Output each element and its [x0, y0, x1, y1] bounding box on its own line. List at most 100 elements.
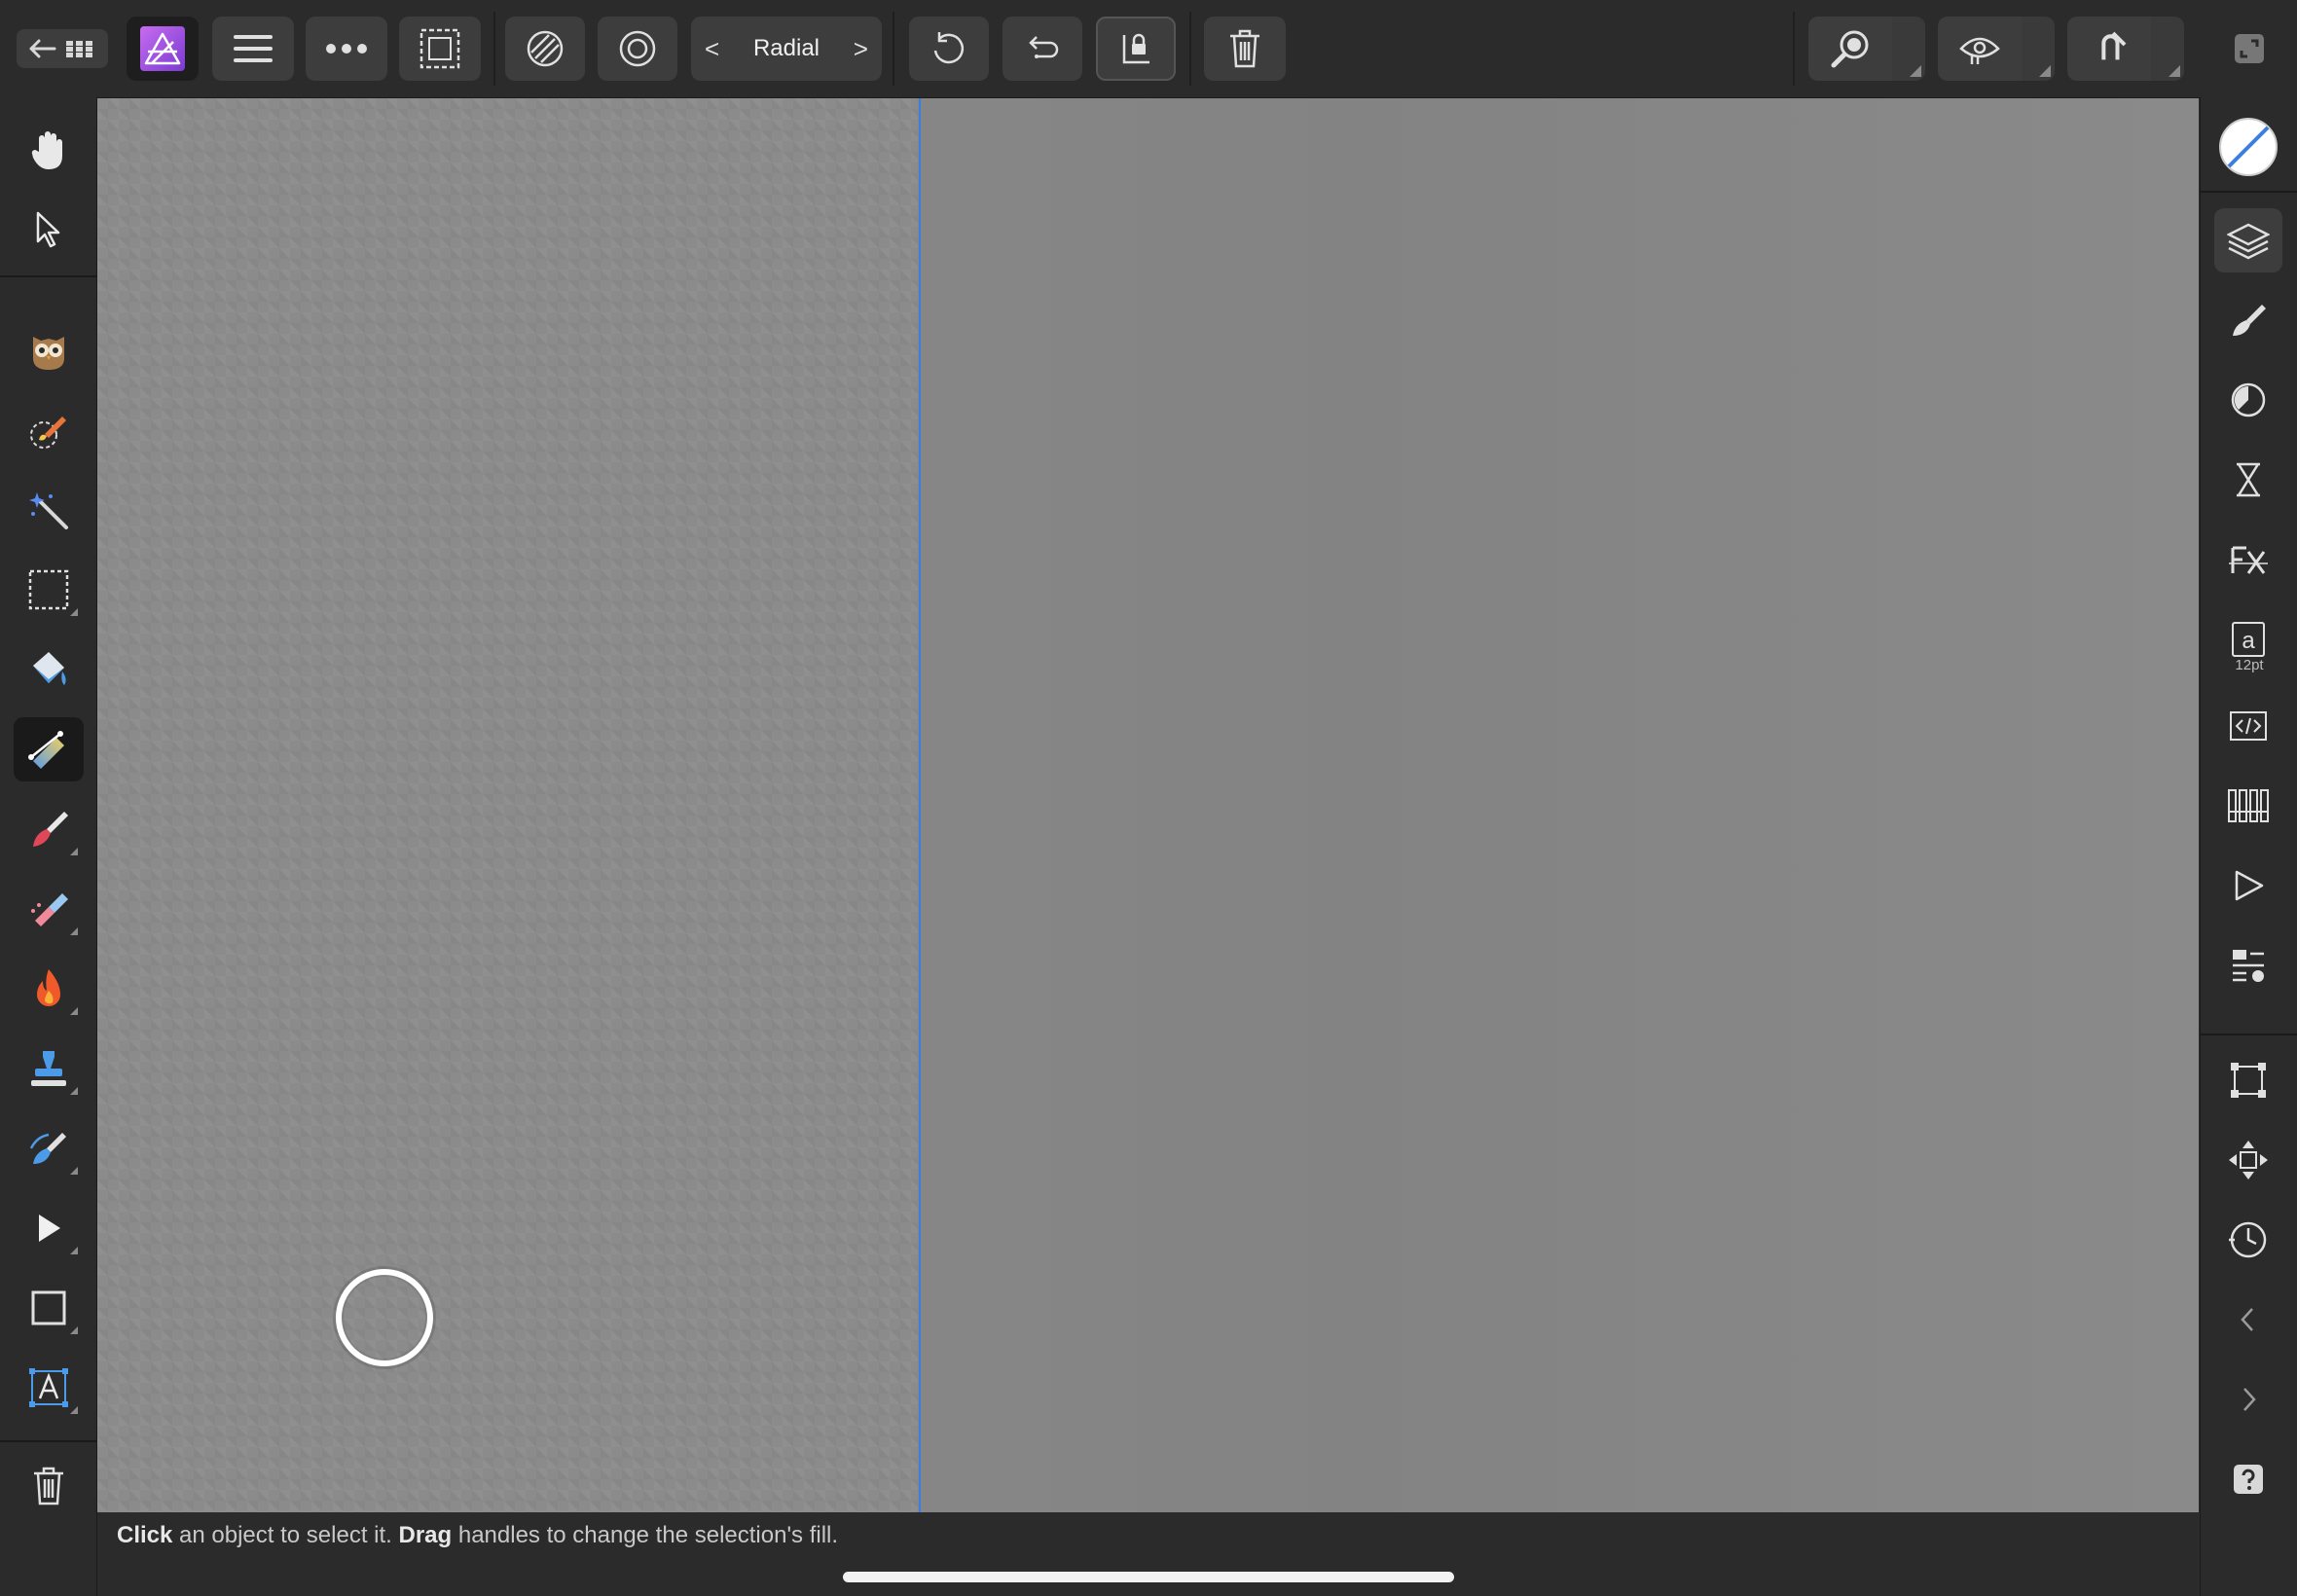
home-indicator[interactable] — [843, 1572, 1454, 1582]
rectangle-shape-icon — [31, 1290, 66, 1325]
persona-button[interactable] — [127, 17, 199, 81]
top-toolbar: < Radial > — [0, 0, 2297, 98]
smudge-tool[interactable] — [14, 1116, 84, 1180]
colour-swatch-button[interactable] — [2214, 115, 2282, 179]
flood-fill-tool[interactable] — [14, 637, 84, 702]
gradient-handle[interactable] — [336, 1269, 433, 1366]
brush-icon — [2233, 305, 2266, 336]
lock-button[interactable] — [1096, 17, 1176, 81]
pointer-arrow-icon — [36, 211, 60, 248]
previous-type-icon[interactable]: < — [705, 34, 719, 64]
flyout-indicator-icon — [70, 1007, 78, 1015]
flyout-indicator-icon — [70, 1167, 78, 1175]
selection-brush-tool[interactable] — [14, 398, 84, 462]
macros-studio-button[interactable] — [2214, 853, 2282, 918]
gradient-fill-icon — [28, 731, 64, 769]
clone-tool[interactable] — [14, 1036, 84, 1101]
flood-select-tool[interactable] — [14, 478, 84, 542]
fullscreen-icon — [2235, 34, 2264, 63]
snapping-button[interactable] — [2067, 17, 2151, 81]
more-button[interactable] — [306, 17, 387, 81]
gradient-guide-line[interactable] — [919, 98, 921, 1512]
revert-button[interactable] — [1003, 17, 1082, 81]
character-size-label: 12pt — [2235, 657, 2264, 673]
dodge-tool[interactable] — [14, 957, 84, 1021]
navigator-studio-button[interactable] — [2214, 1128, 2282, 1192]
flyout-indicator-icon — [70, 1326, 78, 1334]
hand-icon — [31, 131, 62, 169]
help-button[interactable] — [2214, 1447, 2282, 1511]
artistic-text-tool[interactable] — [14, 1356, 84, 1420]
status-click-word: Click — [117, 1522, 173, 1548]
gradient-type-label: Radial — [752, 35, 820, 61]
history-timeline-button[interactable] — [2214, 1208, 2282, 1272]
view-mode-button[interactable] — [1938, 17, 2022, 81]
tools-separator — [0, 275, 96, 277]
options-corner-icon — [1910, 65, 1921, 77]
delete-tool[interactable] — [14, 1454, 84, 1518]
collapse-left-button[interactable] — [2214, 1288, 2282, 1352]
hand-tool[interactable] — [14, 118, 84, 182]
swatches-studio-button[interactable] — [2214, 774, 2282, 838]
paint-brush-tool[interactable] — [14, 797, 84, 861]
next-type-icon[interactable]: > — [854, 34, 868, 64]
transform-studio-button[interactable] — [2214, 1048, 2282, 1112]
magic-wand-icon — [29, 492, 68, 529]
menu-button[interactable] — [212, 17, 294, 81]
rectangular-marquee-icon — [28, 569, 69, 610]
flyout-indicator-icon — [70, 608, 78, 616]
source-studio-button[interactable] — [2214, 694, 2282, 758]
hatched-circle-icon — [527, 30, 564, 67]
stamp-icon — [31, 1051, 66, 1086]
flyout-indicator-icon — [70, 1087, 78, 1095]
document-canvas[interactable] — [97, 98, 2199, 1512]
adjustments-studio-button[interactable] — [2214, 368, 2282, 432]
view-options-toggle[interactable] — [2022, 17, 2055, 81]
brushes-studio-button[interactable] — [2214, 288, 2282, 352]
reverse-button[interactable] — [909, 17, 989, 81]
hamburger-icon — [234, 35, 273, 62]
studio-panel: a 12pt — [2200, 97, 2297, 1596]
move-tool[interactable] — [14, 198, 84, 262]
history-studio-button[interactable] — [2214, 448, 2282, 512]
effects-studio-button[interactable] — [2214, 527, 2282, 592]
fullscreen-button[interactable] — [2219, 17, 2279, 81]
hourglass-icon — [2237, 462, 2260, 497]
dashed-selection-icon — [419, 28, 460, 69]
status-click-rest: an object to select it. — [172, 1522, 399, 1548]
back-grid-icon — [29, 39, 92, 58]
adjustment-icon — [2231, 382, 2266, 417]
character-glyph: a — [2242, 628, 2255, 654]
more-dots-icon — [326, 44, 367, 54]
view-zoom-button[interactable] — [1808, 17, 1892, 81]
toolbar-divider — [1189, 12, 1191, 86]
tools-panel — [0, 97, 97, 1596]
revert-arrow-icon — [1029, 36, 1059, 58]
zoom-options-toggle[interactable] — [1892, 17, 1925, 81]
gradient-type-selector[interactable]: < Radial > — [691, 17, 882, 81]
trash-icon — [34, 1467, 63, 1505]
selection-brush-icon — [30, 417, 66, 449]
snapping-options-toggle[interactable] — [2151, 17, 2184, 81]
collapse-right-button[interactable] — [2214, 1367, 2282, 1432]
rectangle-tool[interactable] — [14, 1276, 84, 1340]
flyout-indicator-icon — [70, 1406, 78, 1414]
chevron-right-icon — [2243, 1388, 2256, 1411]
ring-circle-icon — [619, 30, 656, 67]
delete-button[interactable] — [1204, 17, 1286, 81]
marquee-tool[interactable] — [14, 558, 84, 622]
fill-type-button[interactable] — [505, 17, 585, 81]
status-hint: Click an object to select it. Drag handl… — [117, 1522, 838, 1549]
home-button[interactable] — [17, 29, 108, 68]
layers-studio-button[interactable] — [2214, 208, 2282, 272]
magnet-icon — [2101, 31, 2127, 60]
inpainting-tool[interactable] — [14, 877, 84, 941]
clock-icon — [2229, 1221, 2267, 1258]
export-persona-tool[interactable] — [14, 318, 84, 382]
node-tool[interactable] — [14, 1196, 84, 1260]
opacity-button[interactable] — [598, 17, 677, 81]
selection-options-button[interactable] — [399, 17, 481, 81]
help-icon — [2234, 1465, 2263, 1494]
gradient-tool[interactable] — [14, 717, 84, 781]
assets-studio-button[interactable] — [2214, 933, 2282, 998]
